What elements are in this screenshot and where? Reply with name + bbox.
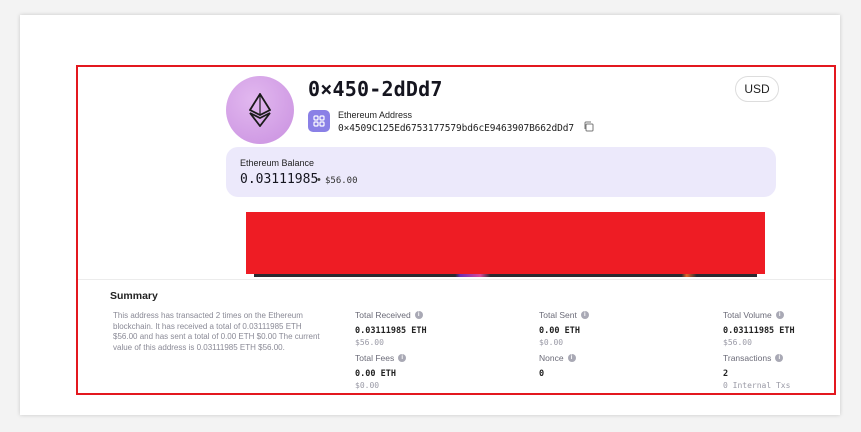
stat-sub: $56.00 [723, 338, 752, 347]
stat-value: 0.00 ETH [355, 369, 396, 379]
stat-label: Nonce [539, 353, 564, 363]
full-address: 0×4509C125Ed6753177579bd6cE9463907B662dD… [338, 123, 575, 134]
stat-total-sent: Total Sent i 0.00 ETH $0.00 [539, 310, 589, 347]
stat-total-volume: Total Volume i 0.03111985 ETH $56.00 [723, 310, 795, 347]
currency-button[interactable]: USD [735, 76, 779, 102]
balance-card: Ethereum Balance 0.03111985 • $56.00 [226, 147, 776, 197]
divider [78, 279, 834, 280]
ethereum-logo-icon [249, 93, 271, 127]
info-icon[interactable]: i [775, 311, 784, 319]
info-icon[interactable]: i [414, 311, 423, 319]
stat-label: Total Volume [723, 310, 772, 320]
redaction-box [246, 212, 765, 274]
stat-label: Total Sent [539, 310, 577, 320]
redacted-content-edge [254, 274, 757, 277]
stat-sub: $0.00 [539, 338, 564, 347]
stat-value: 0.00 ETH [539, 326, 580, 336]
info-icon[interactable]: i [775, 354, 784, 362]
stat-transactions: Transactions i 2 0 Internal Txs [723, 353, 790, 390]
stat-label: Transactions [723, 353, 772, 363]
stat-value: 0 [539, 369, 545, 379]
page-title: 0×450-2dDd7 [308, 77, 443, 101]
page-card: 0×450-2dDd7 USD Ethereum Address 0×4509C… [20, 15, 840, 415]
summary-title: Summary [110, 290, 158, 302]
stat-label: Total Received [355, 310, 411, 320]
qr-code-icon[interactable] [308, 110, 330, 132]
stat-label: Total Fees [355, 353, 395, 363]
ethereum-avatar [226, 76, 294, 144]
stat-sub: $56.00 [355, 338, 384, 347]
info-icon[interactable]: i [398, 354, 407, 362]
stat-value: 2 [723, 369, 729, 379]
highlight-frame: 0×450-2dDd7 USD Ethereum Address 0×4509C… [76, 65, 836, 395]
stat-nonce: Nonce i 0 [539, 353, 576, 379]
balance-usd: $56.00 [325, 176, 358, 186]
info-icon[interactable]: i [567, 354, 576, 362]
address-label: Ethereum Address [338, 110, 413, 120]
summary-text: This address has transacted 2 times on t… [113, 311, 320, 352]
stat-sub: 0 Internal Txs [723, 381, 791, 390]
copy-icon[interactable] [583, 121, 594, 132]
stat-sub: $0.00 [355, 381, 380, 390]
stat-total-fees: Total Fees i 0.00 ETH $0.00 [355, 353, 407, 390]
balance-label: Ethereum Balance [240, 158, 315, 168]
stat-value: 0.03111985 ETH [355, 326, 427, 336]
balance-eth: 0.03111985 [240, 172, 319, 187]
info-icon[interactable]: i [580, 311, 589, 319]
stat-total-received: Total Received i 0.03111985 ETH $56.00 [355, 310, 427, 347]
balance-separator: • [317, 174, 321, 186]
stat-value: 0.03111985 ETH [723, 326, 795, 336]
